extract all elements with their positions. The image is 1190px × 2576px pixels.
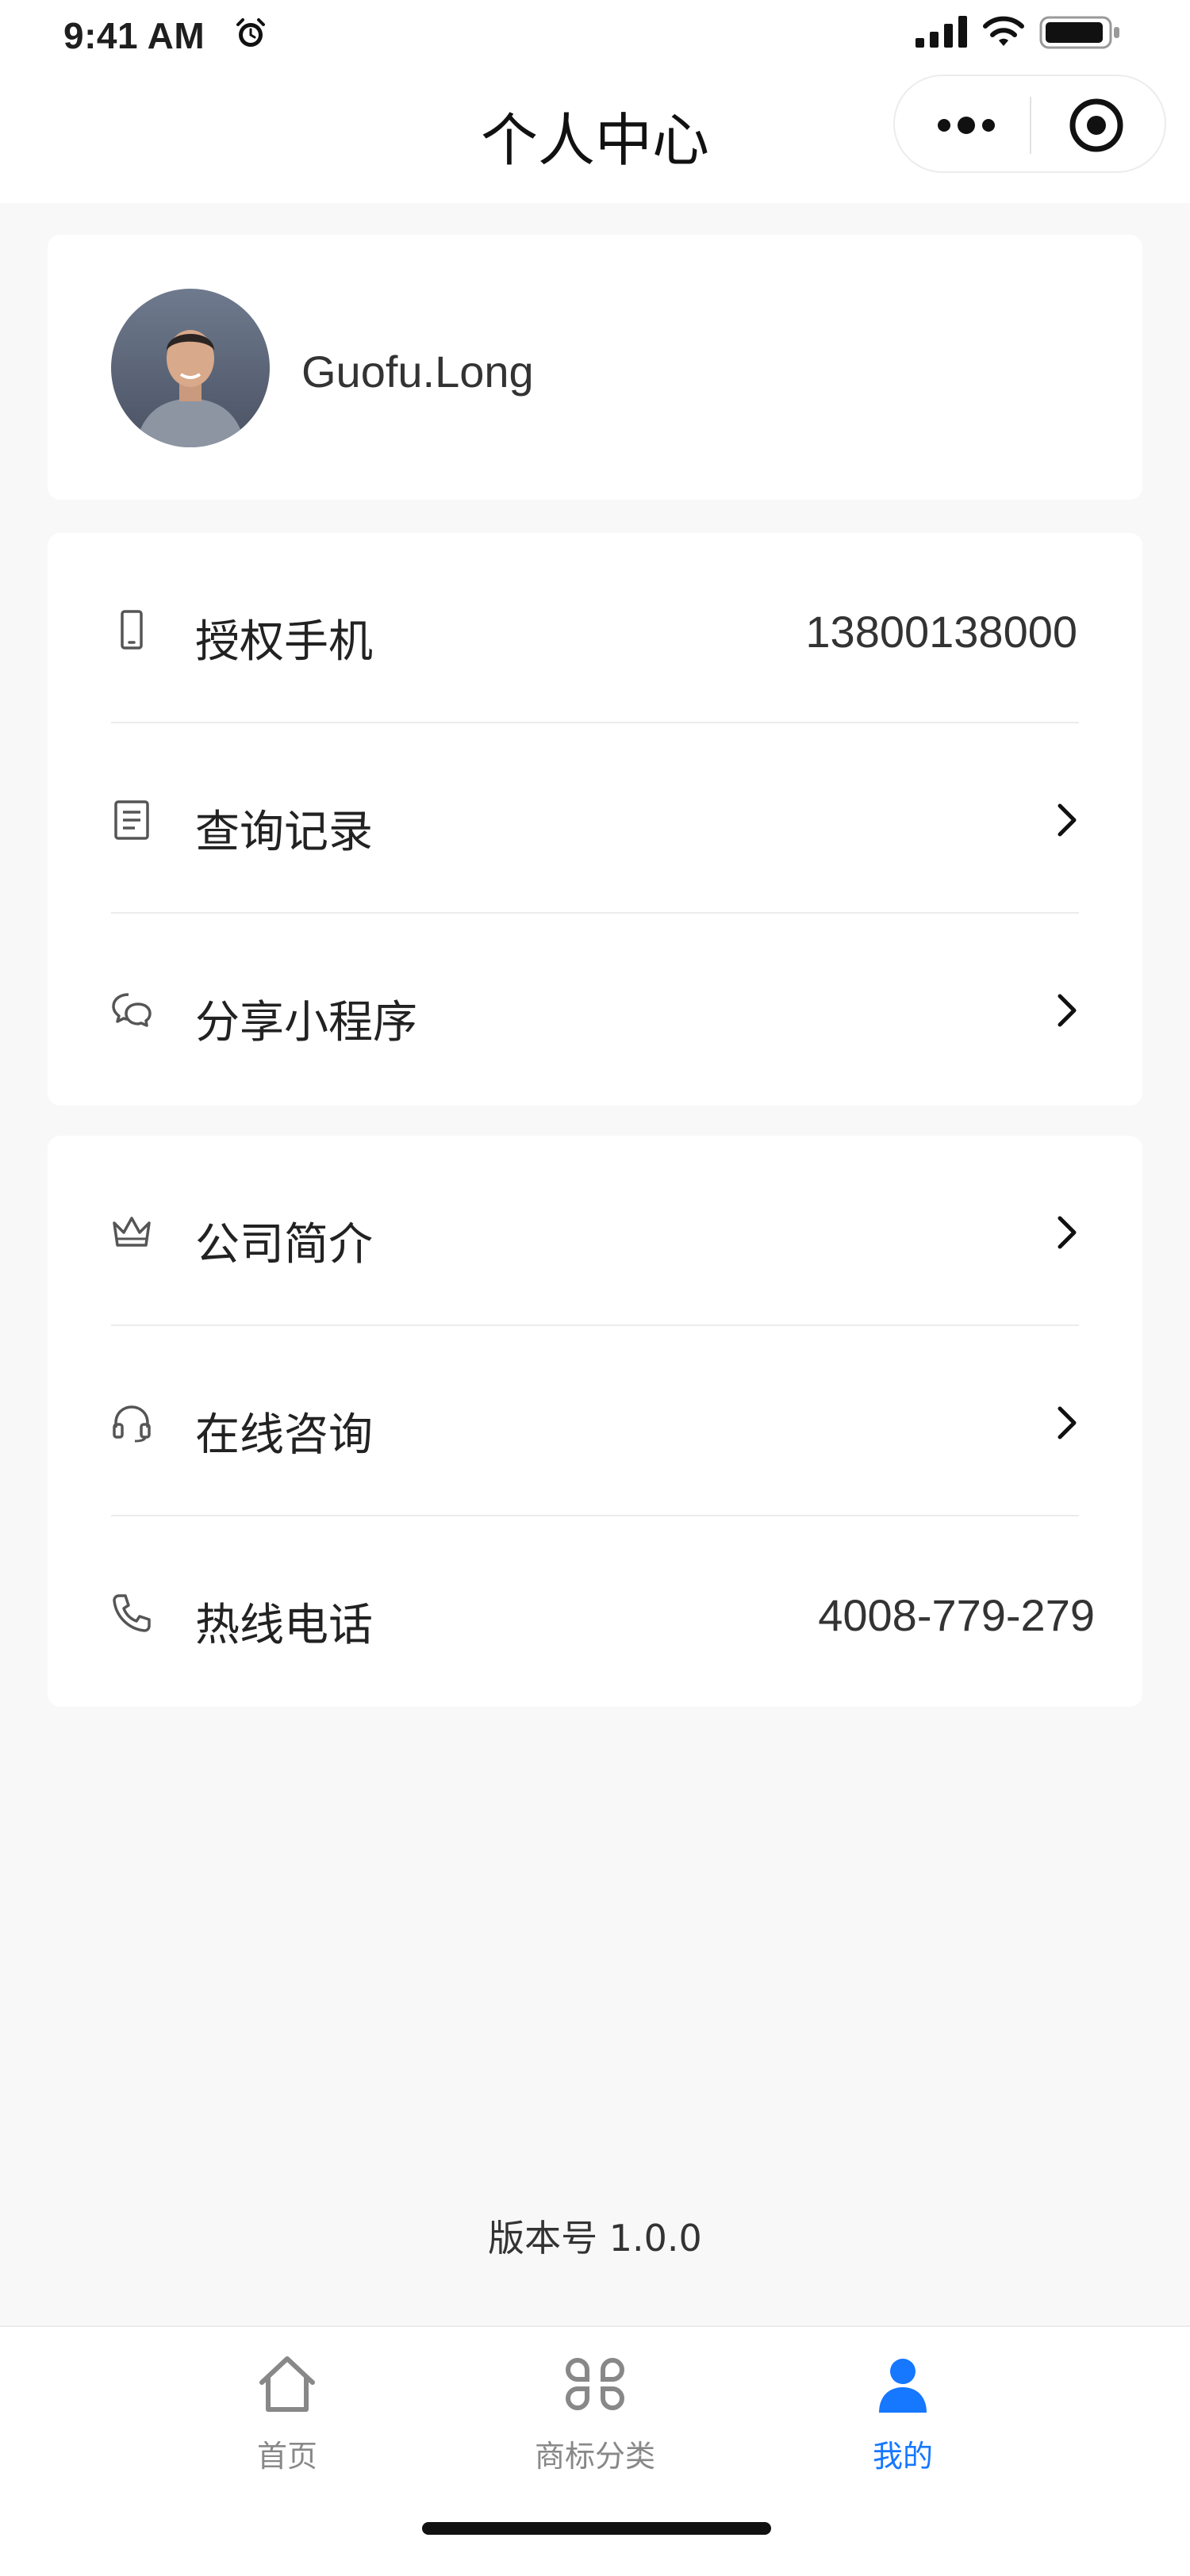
menu-item-label: 授权手机 — [195, 616, 373, 668]
tab-label: 我的 — [872, 2439, 933, 2474]
chevron-right-icon — [1058, 994, 1077, 1027]
category-icon — [566, 2358, 624, 2410]
more-icon[interactable] — [933, 105, 1000, 146]
menu-group-company: 公司简介 在线咨询 热线电话 4008-779-279 — [48, 1136, 1142, 1707]
chevron-right-icon — [1058, 803, 1077, 837]
menu-item-share-mini-program[interactable]: 分享小程序 — [48, 914, 1142, 1104]
menu-item-company-intro[interactable]: 公司简介 — [48, 1136, 1142, 1326]
chevron-right-icon — [1058, 1216, 1077, 1249]
headset-icon — [113, 1405, 151, 1443]
home-icon — [259, 2356, 315, 2412]
profile-card: Guofu.Long — [48, 235, 1142, 500]
tab-bar: 首页 商标分类 我的 — [0, 2325, 1190, 2576]
avatar — [111, 289, 270, 447]
telephone-icon — [113, 1594, 151, 1632]
menu-item-label: 查询记录 — [195, 807, 373, 858]
menu-item-label: 在线咨询 — [195, 1409, 373, 1461]
user-icon — [879, 2359, 927, 2413]
menu-item-label: 热线电话 — [195, 1600, 373, 1651]
capsule-divider — [1030, 97, 1031, 154]
mini-program-capsule — [893, 75, 1166, 173]
wifi-icon — [983, 16, 1024, 46]
tab-trademark-category[interactable]: 商标分类 — [476, 2352, 714, 2495]
top-bar: 9:41 AM 个人中心 — [0, 0, 1190, 203]
tab-mine[interactable]: 我的 — [784, 2352, 1022, 2495]
menu-item-hotline[interactable]: 热线电话 4008-779-279 — [48, 1516, 1142, 1707]
menu-item-online-consult[interactable]: 在线咨询 — [48, 1326, 1142, 1516]
document-icon — [114, 800, 149, 840]
status-time: 9:41 AM — [63, 15, 205, 56]
crown-icon — [113, 1217, 151, 1247]
close-target-icon[interactable] — [1068, 97, 1125, 154]
version-text: 版本号 1.0.0 — [488, 2217, 702, 2260]
hotline-number[interactable]: 4008-779-279 — [818, 1589, 1095, 1641]
menu-group-account: 授权手机 13800138000 查询记录 分享小程序 — [48, 533, 1142, 1106]
menu-item-label: 分享小程序 — [195, 997, 417, 1048]
authorized-phone-value: 13800138000 — [805, 607, 1077, 657]
chevron-right-icon — [1058, 1406, 1077, 1439]
tab-home[interactable]: 首页 — [168, 2352, 406, 2495]
menu-item-authorized-phone: 授权手机 13800138000 — [48, 533, 1142, 723]
alarm-icon — [236, 18, 265, 47]
menu-item-query-history[interactable]: 查询记录 — [48, 723, 1142, 914]
tab-label: 商标分类 — [534, 2439, 655, 2474]
home-indicator — [422, 2522, 771, 2535]
username: Guofu.Long — [301, 347, 534, 397]
battery-icon — [1039, 16, 1119, 49]
chat-bubbles-icon — [112, 993, 152, 1027]
signal-icon — [916, 16, 967, 48]
menu-item-label: 公司简介 — [195, 1219, 373, 1271]
tab-label: 首页 — [256, 2439, 317, 2474]
phone-device-icon — [121, 610, 143, 650]
